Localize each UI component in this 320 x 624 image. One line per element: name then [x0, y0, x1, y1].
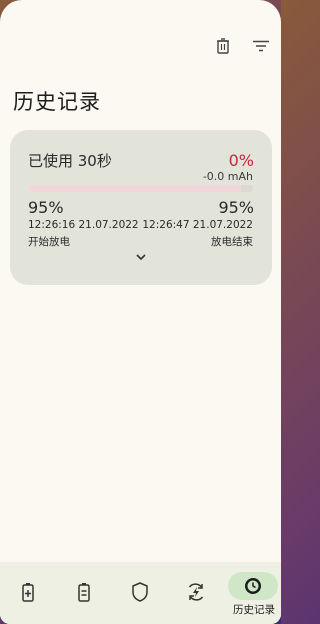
discharge-progress-bar [29, 185, 253, 192]
page-title: 历史记录 [13, 90, 101, 114]
shield-icon [132, 582, 148, 602]
start-label: 开始放电 [28, 236, 70, 248]
nav-item-charge-cycle[interactable] [176, 572, 216, 612]
start-time: 12:26:16 21.07.2022 [28, 219, 139, 231]
start-percent: 95% [28, 198, 64, 217]
nav-item-history[interactable] [228, 572, 278, 600]
end-percent: 95% [218, 198, 254, 217]
nav-item-charging[interactable] [8, 572, 48, 612]
nav-history-label: 历史记录 [233, 604, 275, 616]
end-label: 放电结束 [211, 236, 253, 248]
percent-change: 0% [228, 151, 254, 170]
used-duration: 已使用 30秒 [28, 152, 112, 170]
nav-item-battery[interactable] [64, 572, 104, 612]
time-row: 12:26:16 21.07.2022 12:26:47 21.07.2022 [28, 219, 253, 231]
label-row: 开始放电 放电结束 [28, 234, 253, 249]
capacity-value: -0.0 mAh [202, 170, 253, 183]
filter-button[interactable] [251, 36, 271, 56]
nav-item-protection[interactable] [120, 572, 160, 612]
filter-icon [253, 40, 269, 52]
record-summary-row: 已使用 30秒 0% [28, 150, 254, 171]
chevron-down-icon [136, 254, 146, 261]
percent-row: 95% 95% [28, 198, 254, 217]
top-actions [213, 36, 271, 56]
app-screen: 历史记录 已使用 30秒 0% -0.0 mAh 95% 95% 12:26:1… [0, 0, 281, 624]
trash-icon [217, 38, 229, 54]
battery-charging-icon [22, 583, 34, 602]
bottom-navigation: 历史记录 [0, 562, 281, 624]
battery-icon [78, 583, 90, 602]
expand-button[interactable] [133, 254, 149, 266]
history-icon [245, 578, 261, 594]
end-time: 12:26:47 21.07.2022 [142, 219, 253, 231]
progress-end-segment [241, 185, 253, 192]
refresh-bolt-icon [188, 583, 204, 601]
delete-button[interactable] [213, 36, 233, 56]
history-record-card[interactable]: 已使用 30秒 0% -0.0 mAh 95% 95% 12:26:16 21.… [10, 130, 272, 285]
